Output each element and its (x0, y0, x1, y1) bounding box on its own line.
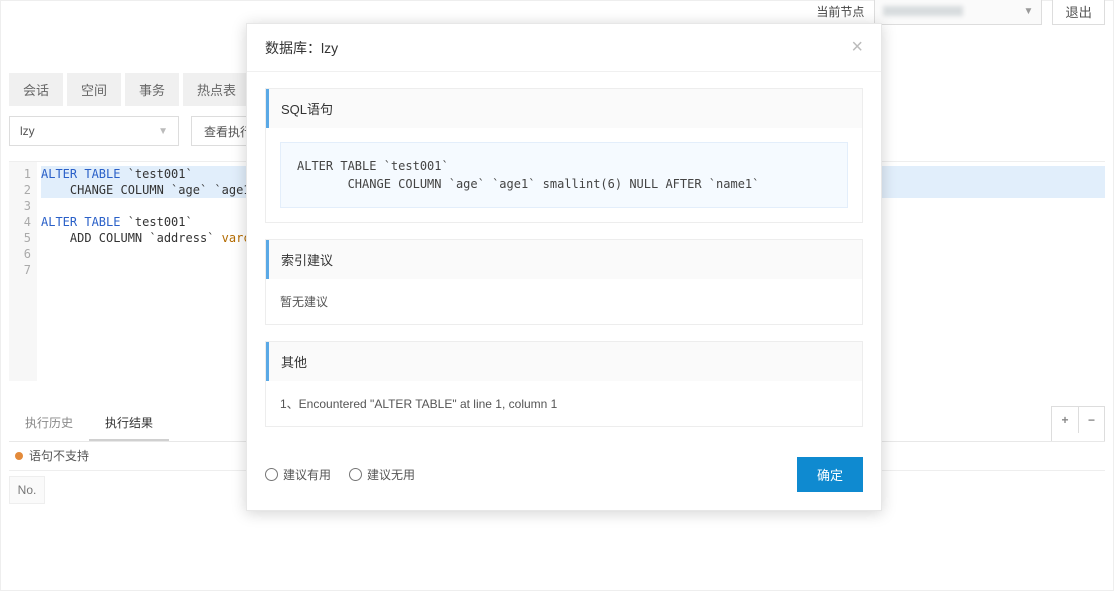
radio-useful[interactable]: 建议有用 (265, 466, 331, 483)
radio-useless[interactable]: 建议无用 (349, 466, 415, 483)
radio-useless-label: 建议无用 (367, 466, 415, 483)
section-other-head: 其他 (266, 342, 862, 381)
section-index-head: 索引建议 (266, 240, 862, 279)
sql-advice-modal: 数据库：lzy × SQL语句 ALTER TABLE `test001` CH… (246, 23, 882, 511)
feedback-radio-group: 建议有用 建议无用 (265, 466, 415, 483)
modal-title: 数据库：lzy (265, 38, 338, 58)
section-other-body: 1、Encountered "ALTER TABLE" at line 1, c… (266, 381, 862, 426)
section-index-body: 暂无建议 (266, 279, 862, 324)
ok-button[interactable]: 确定 (797, 457, 863, 492)
close-icon[interactable]: × (851, 36, 863, 59)
sql-statement-block: ALTER TABLE `test001` CHANGE COLUMN `age… (280, 142, 848, 208)
radio-useful-label: 建议有用 (283, 466, 331, 483)
section-sql-head: SQL语句 (266, 89, 862, 128)
